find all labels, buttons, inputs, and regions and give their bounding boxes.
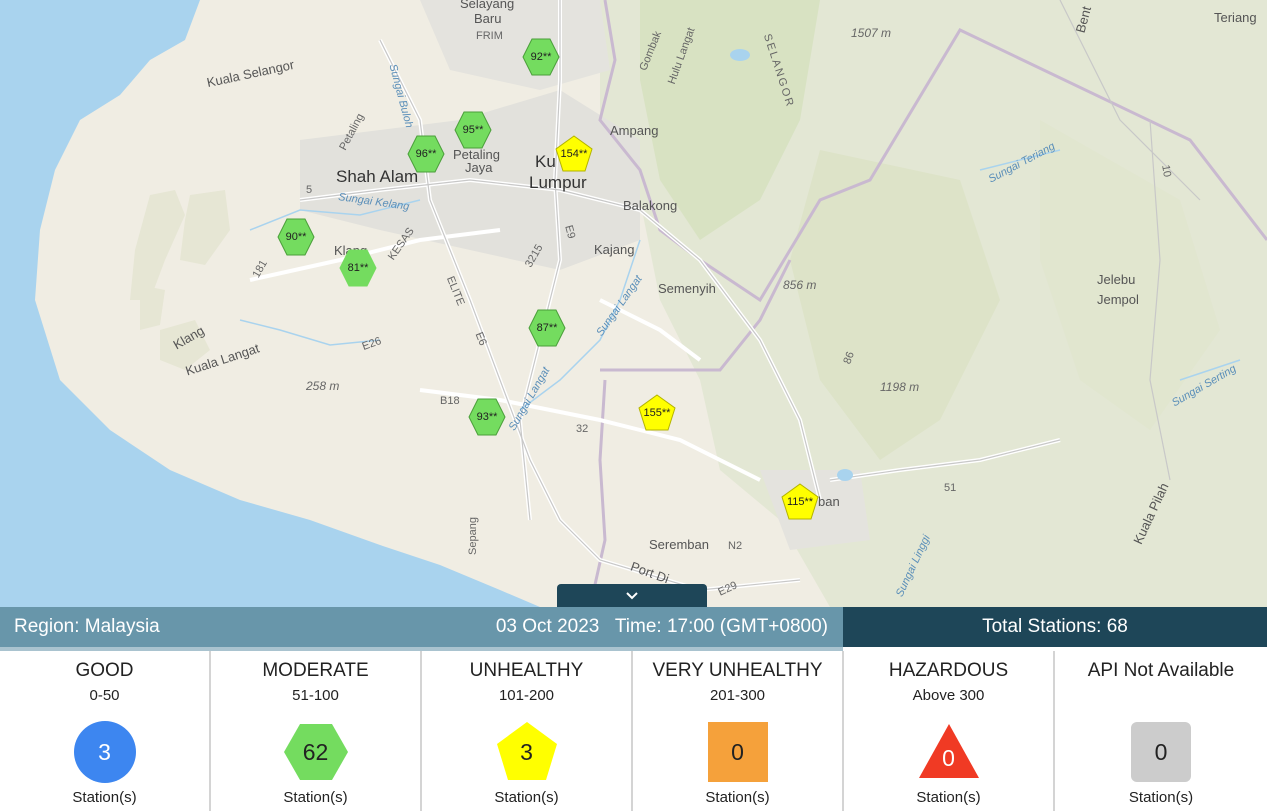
- map-label-route-n2: N2: [728, 540, 743, 552]
- map-label-route-5: 5: [306, 184, 313, 196]
- map-label-kajang: Kajang: [594, 242, 635, 257]
- legend-unit: Station(s): [283, 789, 348, 806]
- station-marker[interactable]: 87**: [527, 308, 567, 348]
- station-value: 81**: [347, 262, 369, 274]
- legend-category: GOOD: [75, 660, 134, 681]
- map-label-selayang-baru: Baru: [474, 11, 502, 26]
- station-value: 96**: [415, 148, 437, 160]
- map-label-route-10: 10: [1159, 163, 1174, 179]
- legend-range: 101-200: [498, 687, 555, 704]
- map-label-jempol: Jempol: [1097, 292, 1139, 307]
- legend-count: 0: [731, 739, 744, 765]
- station-value: 95**: [462, 124, 484, 136]
- map-label-route-32: 32: [576, 423, 589, 435]
- legend-category: API Not Available: [1087, 660, 1235, 681]
- summary-info: Region: Malaysia 03 Oct 2023 Time: 17:00…: [0, 607, 843, 647]
- station-marker[interactable]: 90**: [276, 217, 316, 257]
- station-marker[interactable]: 93**: [467, 397, 507, 437]
- map-label-selayang: Selayang: [460, 0, 515, 11]
- legend-unit: Station(s): [705, 789, 770, 806]
- legend-unit: Station(s): [494, 789, 559, 806]
- map-label-teriang: Teriang: [1214, 10, 1257, 25]
- map-label-b18: B18: [440, 395, 460, 407]
- station-marker[interactable]: 81**: [338, 248, 378, 288]
- legend-count: 3: [98, 739, 111, 765]
- legend-unit: Station(s): [916, 789, 981, 806]
- map-label-kuala-lumpur: Ku: [535, 152, 556, 171]
- pentagon-icon: 3: [495, 720, 559, 784]
- map-label-sepang: Sepang: [466, 517, 479, 555]
- station-marker[interactable]: 155**: [637, 393, 677, 433]
- total-stations: Total Stations: 68: [843, 607, 1267, 647]
- map-label-elev-1507: 1507 m: [851, 26, 892, 40]
- triangle-icon: 0: [917, 720, 981, 784]
- datetime-label: 03 Oct 2023 Time: 17:00 (GMT+0800): [495, 616, 828, 637]
- station-marker[interactable]: 154**: [554, 134, 594, 174]
- station-value: 115**: [786, 496, 814, 508]
- map-label-jelebu: Jelebu: [1097, 272, 1136, 287]
- map-label-elev-258: 258 m: [306, 379, 340, 393]
- station-value: 155**: [643, 407, 671, 419]
- aqi-map[interactable]: Selayang Baru FRIM Kuala Selangor Petali…: [0, 0, 1267, 607]
- square-icon: 0: [706, 720, 770, 784]
- map-label-route-51: 51: [944, 482, 957, 494]
- map-label-balakong: Balakong: [623, 198, 678, 213]
- chevron-down-icon: [626, 592, 638, 600]
- legend-range: Above 300: [912, 687, 985, 704]
- station-marker[interactable]: 92**: [521, 37, 561, 77]
- map-label-kuala-lumpur-2: Lumpur: [529, 173, 587, 192]
- map-label-seremban-town: ban: [818, 494, 840, 509]
- hexagon-icon: 62: [283, 720, 348, 784]
- legend-unit: Station(s): [72, 789, 137, 806]
- legend-range: 51-100: [292, 687, 339, 704]
- map-label-frim: FRIM: [476, 30, 503, 42]
- legend-category: VERY UNHEALTHY: [652, 660, 823, 681]
- legend-count: 0: [1154, 739, 1168, 765]
- map-label-elev-856: 856 m: [783, 278, 817, 292]
- legend-category: UNHEALTHY: [469, 660, 584, 681]
- station-value: 90**: [285, 231, 307, 243]
- legend-good[interactable]: GOOD 0-50 3 Station(s): [0, 651, 211, 811]
- legend-category: MODERATE: [262, 660, 369, 681]
- map-label-petaling-jaya-2: Jaya: [465, 160, 493, 175]
- legend-unit: Station(s): [1128, 789, 1194, 806]
- summary-bar: Region: Malaysia 03 Oct 2023 Time: 17:00…: [0, 607, 1267, 647]
- map-label-seremban: Seremban: [649, 537, 709, 552]
- station-marker[interactable]: 96**: [406, 134, 446, 174]
- legend-very-unhealthy[interactable]: VERY UNHEALTHY 201-300 0 Station(s): [633, 651, 844, 811]
- legend-range: 201-300: [709, 687, 766, 704]
- station-value: 154**: [560, 148, 588, 160]
- station-marker[interactable]: 95**: [453, 110, 493, 150]
- legend-moderate[interactable]: MODERATE 51-100 62 Station(s): [211, 651, 422, 811]
- station-value: 93**: [476, 411, 498, 423]
- legend-unhealthy[interactable]: UNHEALTHY 101-200 3 Station(s): [422, 651, 633, 811]
- legend-category: HAZARDOUS: [888, 660, 1009, 681]
- legend-hazardous[interactable]: HAZARDOUS Above 300 0 Station(s): [844, 651, 1055, 811]
- legend-count: 0: [942, 745, 955, 771]
- map-label-semenyih: Semenyih: [658, 281, 716, 296]
- legend-api-not-available[interactable]: API Not Available 0 Station(s): [1055, 651, 1267, 811]
- legend-count: 3: [520, 739, 533, 765]
- legend-range: 0-50: [89, 687, 120, 704]
- legend-count: 62: [302, 739, 329, 765]
- aqi-legend: GOOD 0-50 3 Station(s) MODERATE 51-100 6…: [0, 651, 1267, 811]
- collapse-panel-button[interactable]: [557, 584, 707, 608]
- map-basemap: [0, 0, 1267, 607]
- circle-icon: 3: [73, 720, 137, 784]
- map-label-elev-1198: 1198 m: [880, 380, 920, 394]
- rounded-square-icon: 0: [1129, 720, 1193, 784]
- station-value: 87**: [536, 322, 558, 334]
- station-value: 92**: [530, 51, 552, 63]
- map-label-ampang: Ampang: [610, 123, 659, 138]
- region-label: Region: Malaysia: [14, 616, 160, 637]
- station-marker[interactable]: 115**: [780, 482, 820, 522]
